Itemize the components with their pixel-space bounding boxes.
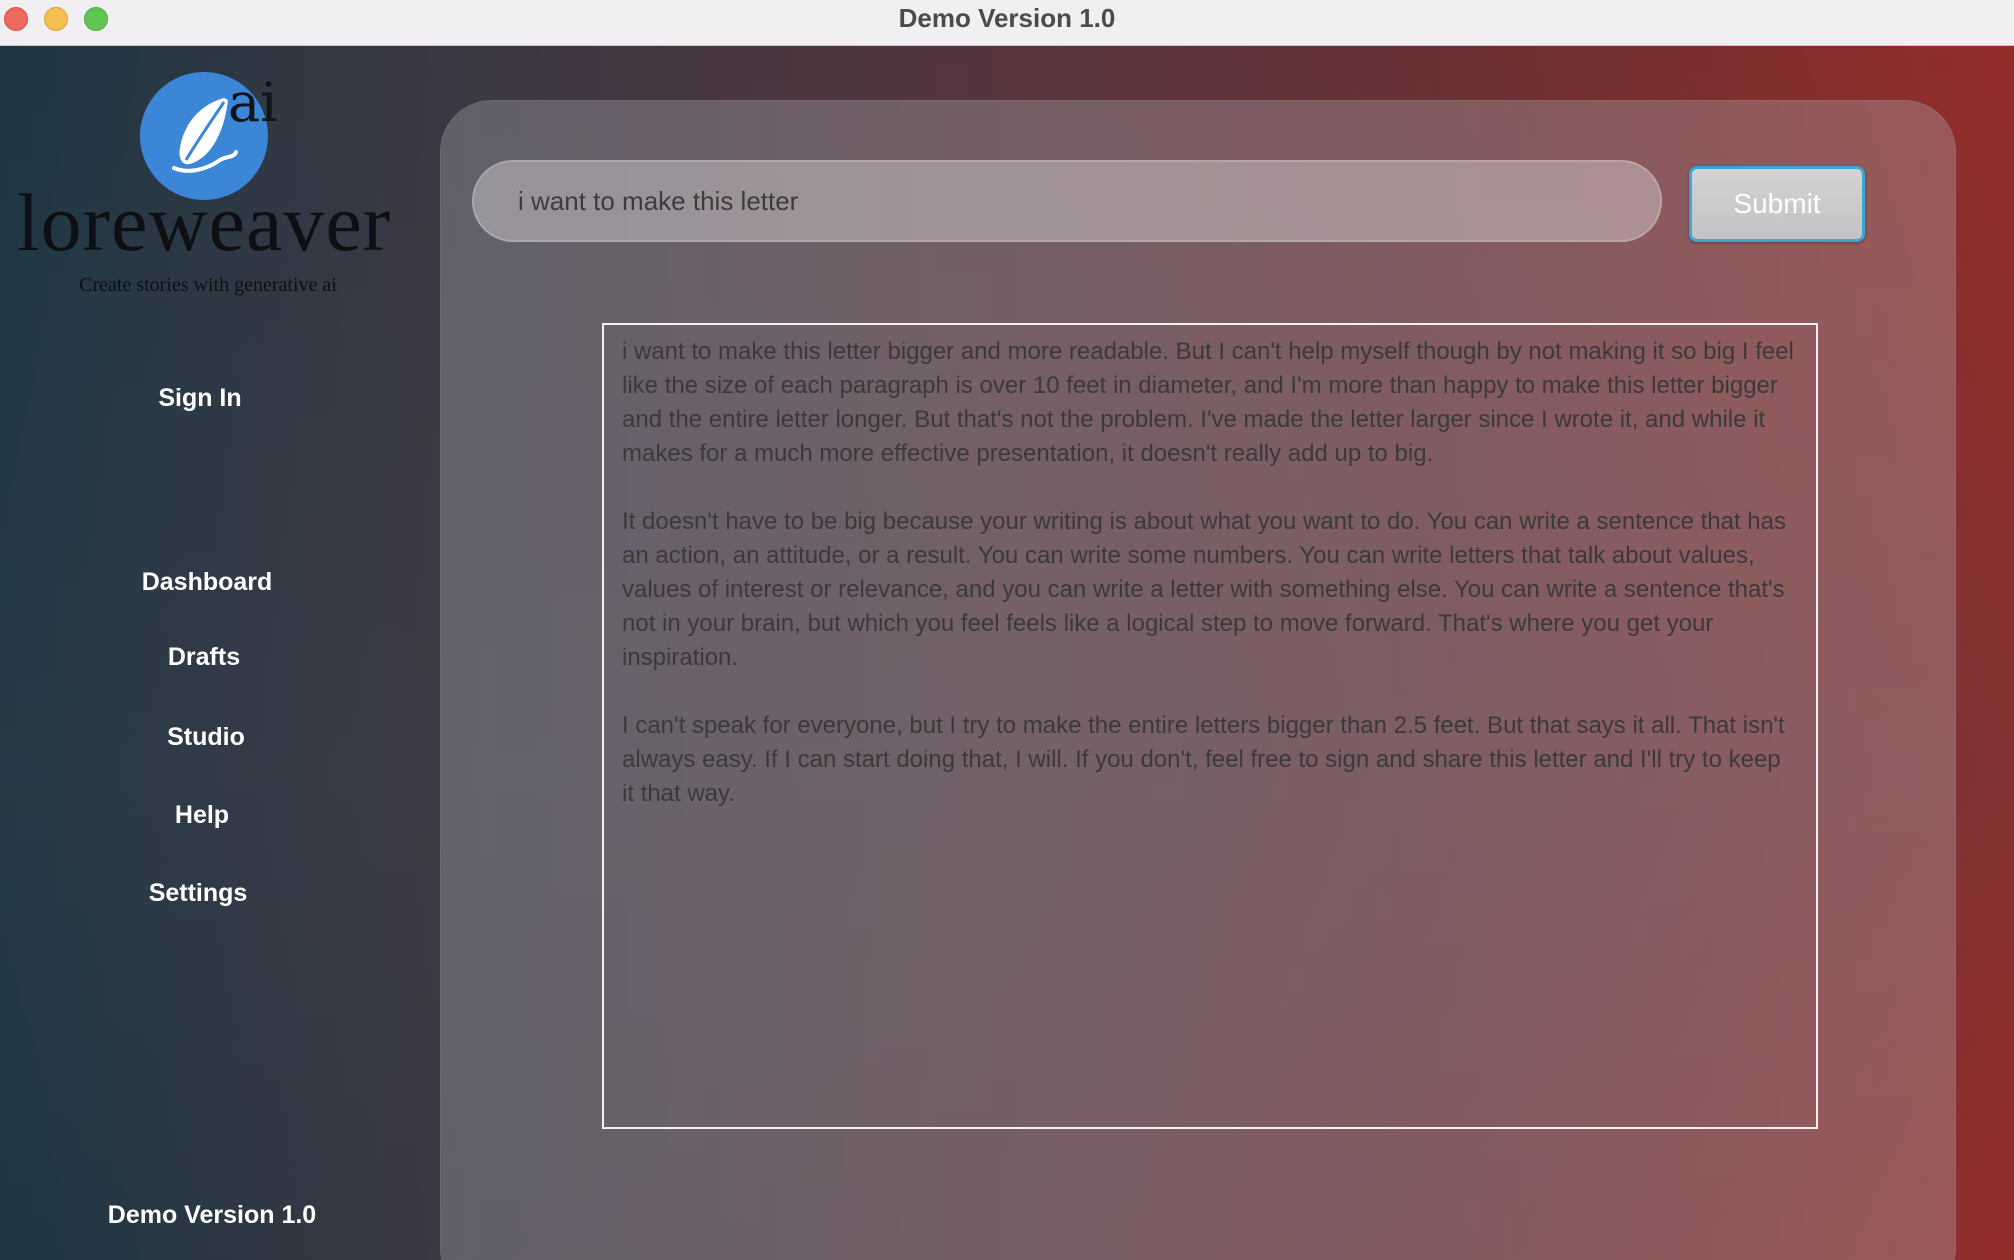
prompt-input[interactable] [472,160,1662,242]
sidebar-item-settings[interactable]: Settings [0,879,396,908]
logo-tagline: Create stories with generative ai [79,274,337,296]
sidebar-item-help[interactable]: Help [0,801,404,830]
logo-wordmark: loreweaver [16,177,392,268]
version-label: Demo Version 1.0 [107,1201,317,1229]
sign-in-link[interactable]: Sign In [0,384,400,413]
output-paragraph: It doesn't have to be big because your w… [622,508,1786,671]
window-titlebar: Demo Version 1.0 [0,0,2014,46]
sidebar-item-studio[interactable]: Studio [0,723,412,752]
window-title: Demo Version 1.0 [898,3,1116,33]
submit-button[interactable]: Submit [1689,166,1865,242]
sidebar: ai loreweaver Create stories with genera… [0,46,420,1260]
output-paragraph: I can't speak for everyone, but I try to… [622,712,1785,807]
app-logo: ai loreweaver Create stories with genera… [14,70,394,300]
output-paragraph: i want to make this letter bigger and mo… [622,338,1794,467]
sidebar-item-dashboard[interactable]: Dashboard [0,568,414,597]
generated-text-box[interactable]: i want to make this letter bigger and mo… [602,323,1818,1129]
app-window: ai loreweaver Create stories with genera… [0,46,2014,1260]
sidebar-item-drafts[interactable]: Drafts [0,643,408,672]
logo-ai-badge: ai [228,71,278,134]
